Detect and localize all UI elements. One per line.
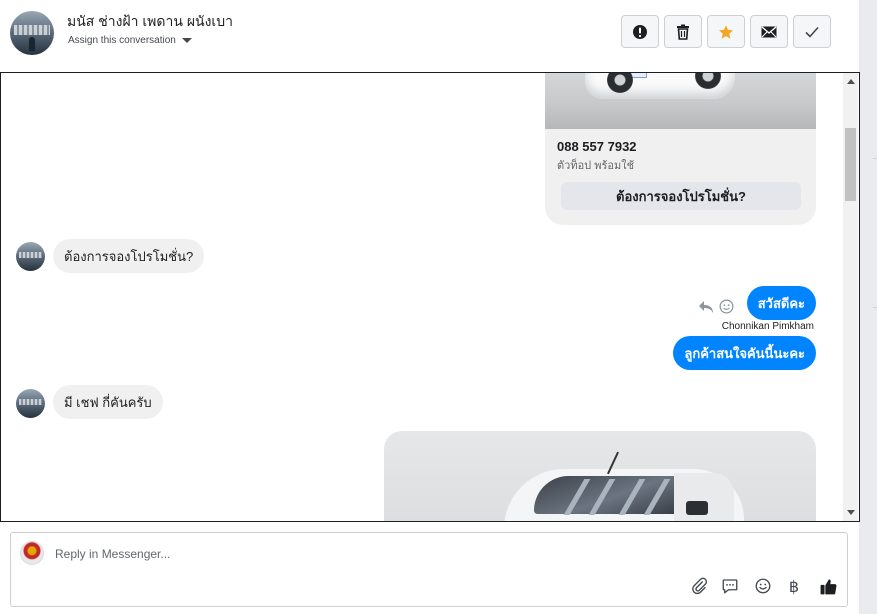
product-card: 088 557 7932 ตัวท็อป พร้อมใช้ ต้องการจอง… — [545, 73, 816, 225]
contact-avatar[interactable] — [10, 11, 54, 55]
thread-scrollbar[interactable] — [843, 73, 858, 521]
outgoing-message[interactable]: ลูกค้าสนใจคันนี้นะคะ — [673, 336, 816, 370]
react-emoji-icon[interactable] — [719, 299, 734, 314]
emoji-button[interactable] — [752, 575, 774, 597]
thumbs-up-icon — [820, 578, 836, 594]
message-thread[interactable]: 088 557 7932 ตัวท็อป พร้อมใช้ ต้องการจอง… — [0, 72, 860, 522]
car-photo-attachment[interactable] — [384, 431, 816, 521]
payment-button[interactable]: ฿ — [783, 575, 805, 597]
emoji-icon — [755, 578, 771, 594]
outgoing-message[interactable]: สวัสดีคะ — [746, 286, 816, 320]
mark-done-button[interactable] — [793, 15, 831, 48]
reply-icon[interactable] — [698, 300, 714, 314]
divider — [873, 158, 877, 159]
contact-avatar-small[interactable] — [16, 389, 45, 418]
mark-unread-button[interactable] — [750, 15, 788, 48]
exclamation-circle-icon — [633, 24, 647, 39]
saved-reply-button[interactable] — [719, 575, 741, 597]
assign-label: Assign this conversation — [68, 35, 176, 46]
right-side-strip — [859, 0, 877, 614]
scroll-up-arrow[interactable] — [847, 79, 855, 84]
baht-icon: ฿ — [788, 576, 800, 596]
saved-reply-icon — [722, 579, 738, 594]
product-car-image[interactable] — [545, 73, 816, 129]
trash-icon — [677, 24, 689, 40]
contact-name[interactable]: มนัส ช่างฝ้า เพดาน ผนังเบา — [67, 11, 233, 33]
sender-name: Chonnikan Pimkham — [721, 321, 814, 332]
card-promotion-button[interactable]: ต้องการจองโปรโมชั่น? — [561, 182, 801, 210]
caret-down-icon — [181, 38, 192, 43]
star-button[interactable] — [707, 15, 745, 48]
message-actions — [698, 299, 734, 314]
assign-conversation-dropdown[interactable]: Assign this conversation — [68, 35, 192, 46]
conversation-header: มนัส ช่างฝ้า เพดาน ผนังเบา Assign this c… — [0, 0, 859, 70]
delete-button[interactable] — [664, 15, 702, 48]
card-subtitle: ตัวท็อป พร้อมใช้ — [557, 160, 635, 172]
scroll-down-arrow[interactable] — [847, 510, 855, 515]
reply-composer: ฿ — [10, 532, 848, 607]
divider — [873, 307, 877, 308]
attach-button[interactable] — [688, 575, 710, 597]
star-icon — [719, 24, 733, 39]
page-avatar — [20, 541, 44, 565]
check-icon — [805, 26, 819, 38]
like-button[interactable] — [817, 575, 839, 597]
reply-input[interactable] — [55, 545, 675, 563]
messenger-inbox-window: มนัส ช่างฝ้า เพดาน ผนังเบา Assign this c… — [0, 0, 877, 614]
scroll-thumb[interactable] — [845, 128, 856, 201]
contact-avatar-small[interactable] — [16, 242, 45, 271]
paperclip-icon — [692, 577, 708, 595]
card-phone-number: 088 557 7932 — [557, 139, 637, 154]
mark-spam-button[interactable] — [621, 15, 659, 48]
incoming-message[interactable]: ต้องการจองโปรโมชั่น? — [53, 239, 205, 273]
envelope-icon — [761, 25, 777, 37]
incoming-message[interactable]: มี เชฟ กี่คันครับ — [53, 385, 163, 419]
